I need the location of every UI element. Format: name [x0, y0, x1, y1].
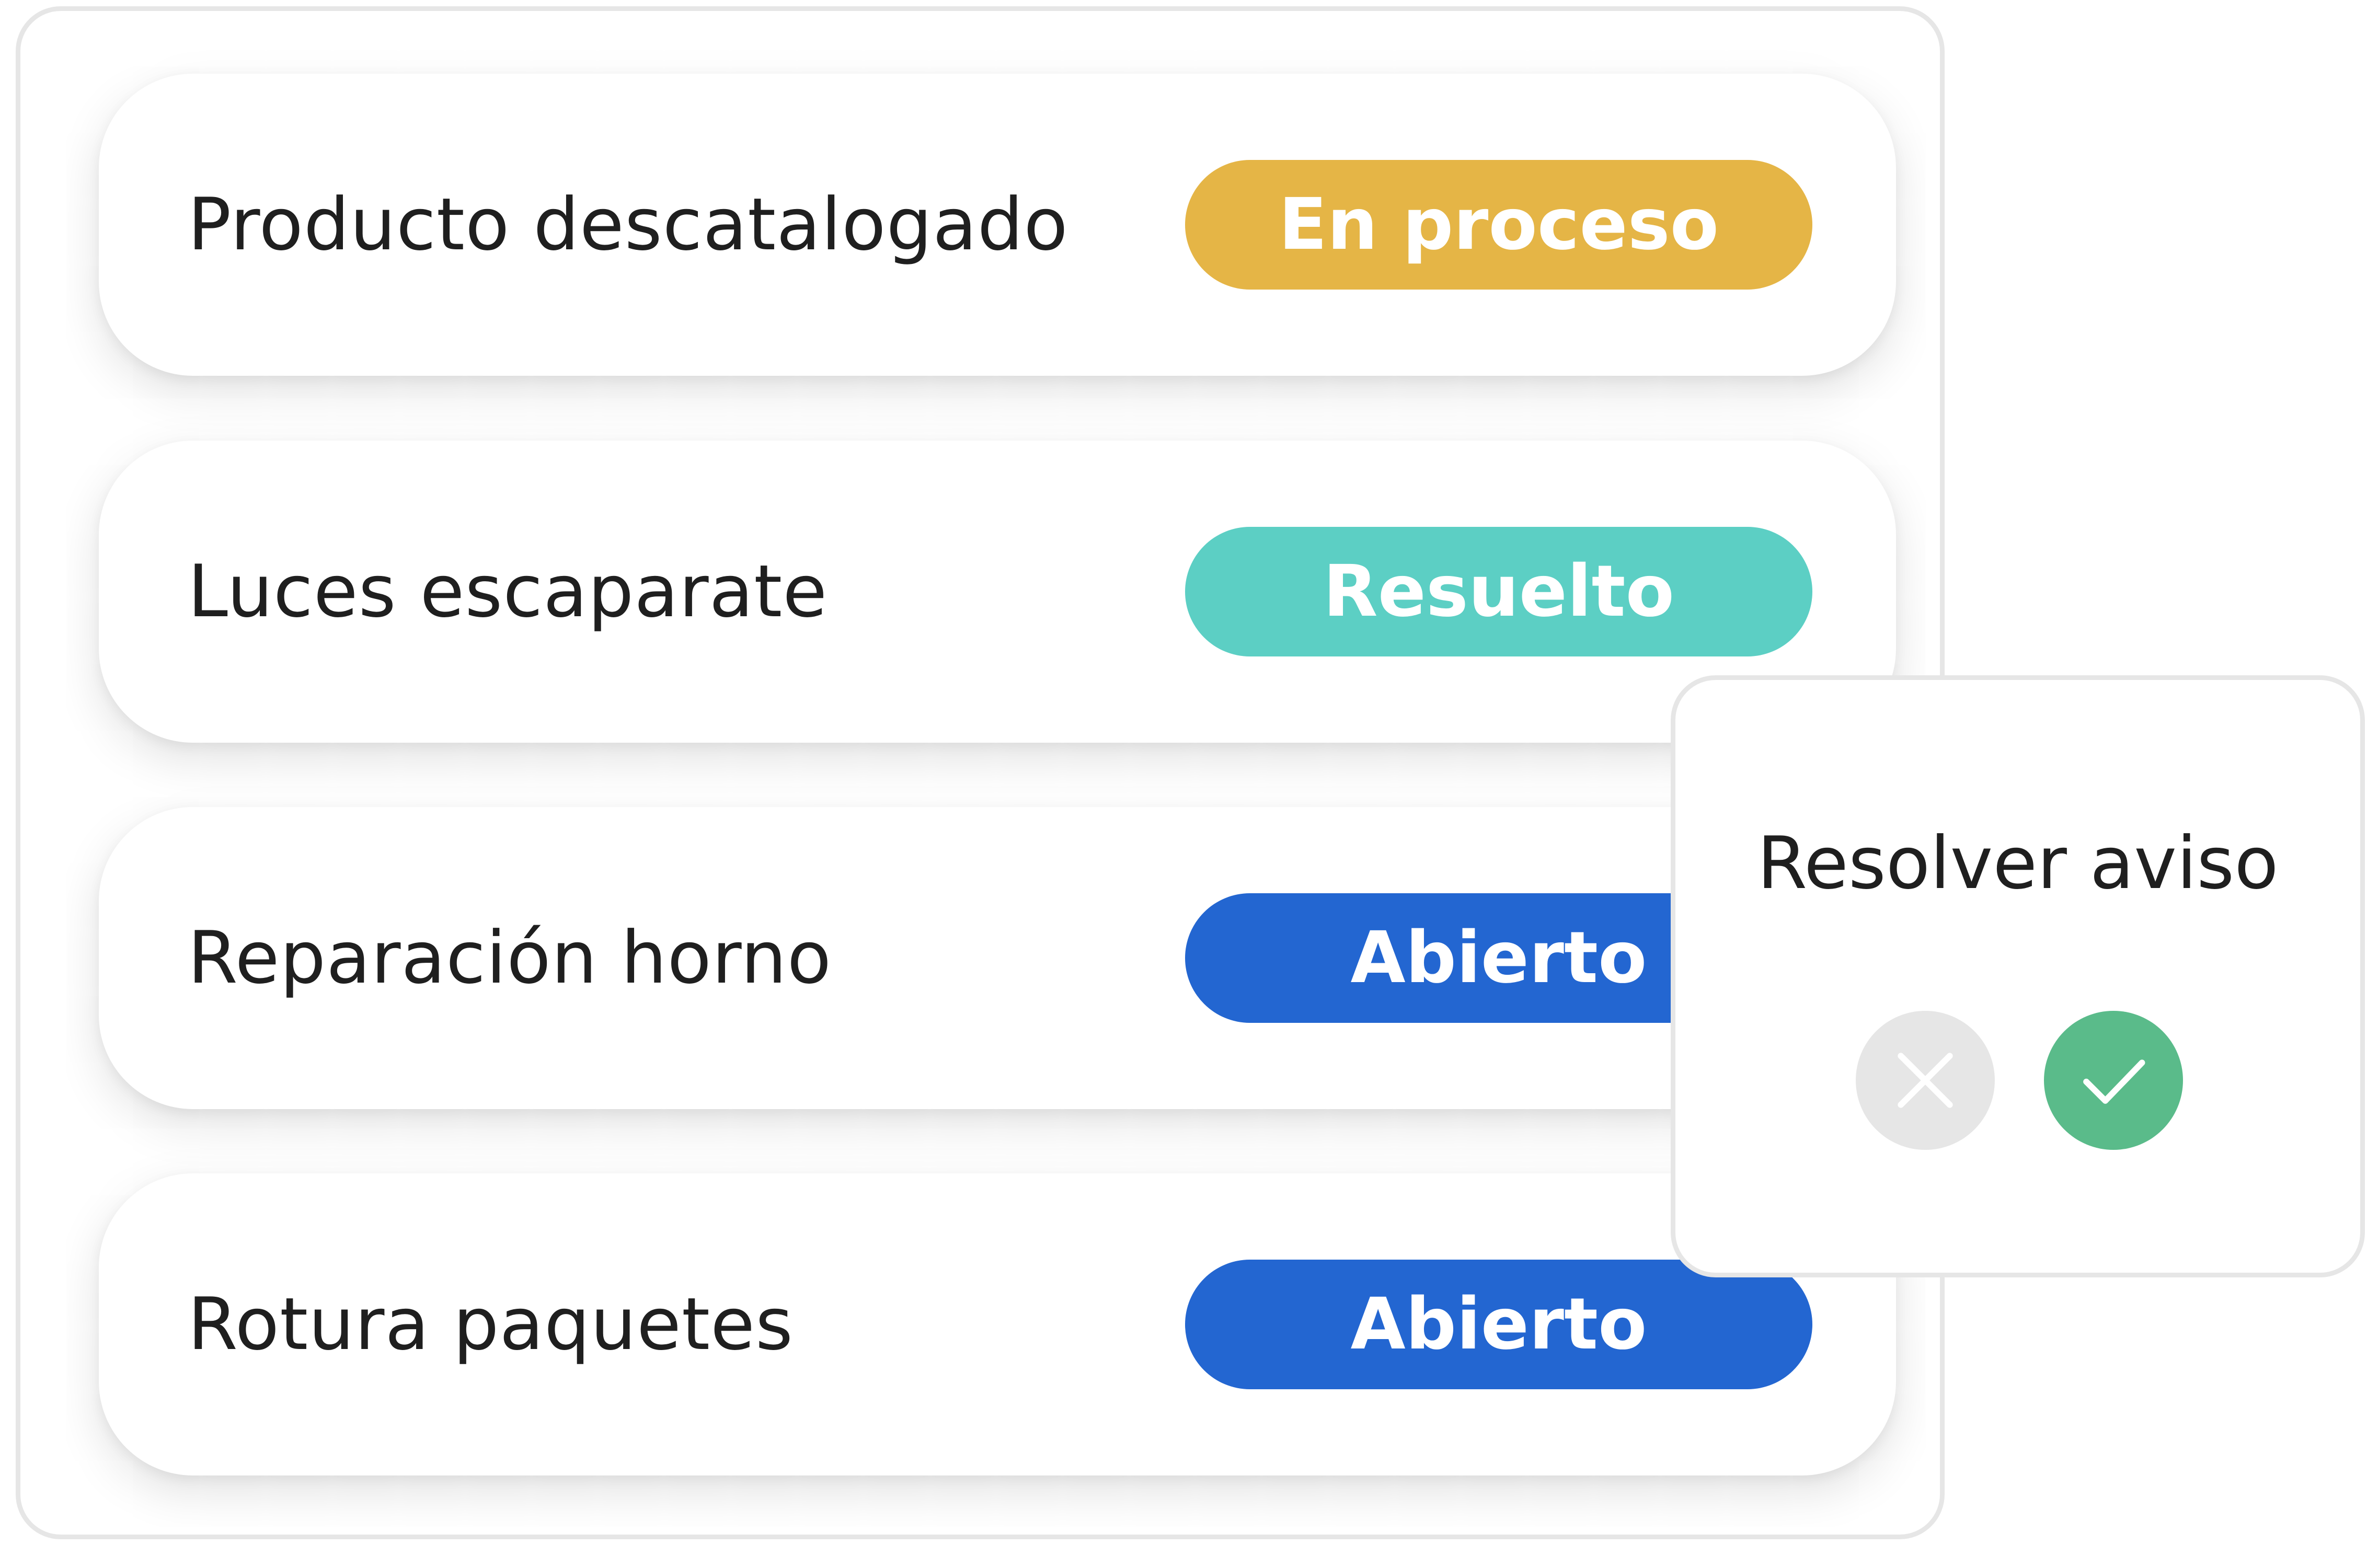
checkmark-icon	[2083, 1059, 2145, 1104]
resolve-alert-popup: Resolver aviso	[1671, 675, 2365, 1277]
issue-title: Producto descatalogado	[188, 182, 1068, 267]
status-badge-abierto[interactable]: Abierto	[1185, 1260, 1812, 1389]
confirm-button[interactable]	[2044, 1011, 2183, 1150]
issue-card-luces-escaparate[interactable]: Luces escaparate Resuelto	[99, 441, 1896, 743]
issue-card-reparacion-horno[interactable]: Reparación horno Abierto	[99, 807, 1896, 1109]
issue-title: Reparación horno	[188, 916, 832, 1000]
status-badge-resuelto[interactable]: Resuelto	[1185, 527, 1812, 656]
status-badge-en-proceso[interactable]: En proceso	[1185, 160, 1812, 290]
cancel-button[interactable]	[1856, 1011, 1995, 1150]
close-icon	[1898, 1053, 1953, 1108]
popup-title: Resolver aviso	[1757, 821, 2279, 905]
issue-card-producto-descatalogado[interactable]: Producto descatalogado En proceso	[99, 74, 1896, 376]
issue-title: Luces escaparate	[188, 549, 828, 633]
issue-title: Rotura paquetes	[188, 1282, 794, 1366]
issues-panel: Producto descatalogado En proceso Luces …	[16, 6, 1945, 1539]
issue-card-rotura-paquetes[interactable]: Rotura paquetes Abierto	[99, 1173, 1896, 1475]
